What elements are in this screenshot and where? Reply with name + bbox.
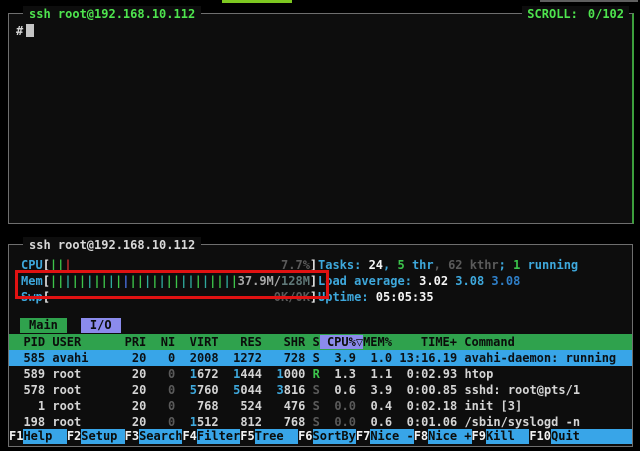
fkey-f4[interactable]: F4 (182, 429, 196, 444)
column-header-pri[interactable]: PRI (117, 335, 146, 349)
fkey-label-f8[interactable]: Nice + (428, 429, 471, 444)
tmux-pane-htop[interactable]: ssh root@192.168.10.112 CPU[|||7.7%]Mem[… (8, 244, 633, 447)
scroll-indicator: SCROLL: 0/102 (522, 6, 629, 22)
process-row[interactable]: 198 root 20 0 1512 812 768 S 0.0 0.6 0:0… (9, 414, 632, 430)
column-header-time[interactable]: TIME+ (392, 335, 457, 349)
prompt-character: # (16, 24, 23, 38)
fkey-label-f3[interactable]: Search (139, 429, 182, 444)
process-row[interactable]: 589 root 20 0 1672 1444 1000 R 1.3 1.1 0… (9, 366, 632, 382)
swp-meter-text: 0K/0K (274, 289, 310, 305)
column-header-shr[interactable]: SHR (262, 335, 305, 349)
fkey-f3[interactable]: F3 (125, 429, 139, 444)
cpu-meter: CPU[|||7.7%] (21, 257, 317, 273)
fkey-f7[interactable]: F7 (356, 429, 370, 444)
fkey-f6[interactable]: F6 (298, 429, 312, 444)
fkey-label-f10[interactable]: Quit (551, 429, 632, 444)
fkey-label-f1[interactable]: Help (23, 429, 66, 444)
fkey-label-f7[interactable]: Nice - (370, 429, 413, 444)
fkey-label-f4[interactable]: Filter (197, 429, 240, 444)
column-header-ni[interactable]: NI (146, 335, 175, 349)
load-average-line: Load average: 3.02 3.08 3.08 (318, 273, 578, 289)
fkey-label-f2[interactable]: Setup (81, 429, 124, 444)
column-header-res[interactable]: RES (219, 335, 262, 349)
swp-meter-label: Swp (21, 290, 43, 304)
process-row[interactable]: 1 root 20 0 768 524 476 S 0.0 0.4 0:02.1… (9, 398, 632, 414)
column-header-mem[interactable]: MEM% (363, 335, 392, 349)
tasks-line: Tasks: 24, 5 thr, 62 kthr; 1 running (318, 257, 578, 273)
column-header-cmd[interactable]: Command (457, 335, 515, 349)
fkey-label-f6[interactable]: SortBy (313, 429, 356, 444)
mem-meter: Mem[||||||||||||||||||||||||||37.9M/128M… (21, 273, 317, 289)
fkey-label-f9[interactable]: Kill (486, 429, 529, 444)
uptime-line: Uptime: 05:05:35 (318, 289, 578, 305)
pane-title-htop: ssh root@192.168.10.112 (23, 237, 201, 253)
terminal-cursor (26, 24, 34, 37)
process-row[interactable]: 578 root 20 0 5760 5044 3816 S 0.6 3.9 0… (9, 382, 632, 398)
fkey-f1[interactable]: F1 (9, 429, 23, 444)
fkey-f8[interactable]: F8 (414, 429, 428, 444)
column-header-cpu[interactable]: CPU%▽ (320, 335, 363, 349)
mem-meter-bar: ||||||||||||||||||||||||||37.9M/128M (50, 273, 310, 289)
top-edge-green-artifact (222, 0, 292, 3)
htop-meters: CPU[|||7.7%]Mem[||||||||||||||||||||||||… (21, 257, 317, 305)
tab-main[interactable]: Main (20, 318, 67, 333)
cpu-meter-label: CPU (21, 258, 43, 272)
fkey-f9[interactable]: F9 (472, 429, 486, 444)
column-header-user[interactable]: USER (45, 335, 117, 349)
process-table[interactable]: 585 avahi 20 0 2008 1272 728 S 3.9 1.0 1… (9, 350, 632, 430)
column-header-virt[interactable]: VIRT (175, 335, 218, 349)
top-edge-gray-artifact (540, 0, 638, 2)
scroll-value: 0/102 (588, 6, 624, 22)
column-header-s[interactable]: S (305, 335, 319, 349)
process-row-selected[interactable]: 585 avahi 20 0 2008 1272 728 S 3.9 1.0 1… (9, 350, 632, 366)
fkey-f2[interactable]: F2 (67, 429, 81, 444)
cpu-meter-text: 7.7% (281, 257, 310, 273)
tmux-pane-shell[interactable]: ssh root@192.168.10.112 SCROLL: 0/102 # (8, 13, 634, 224)
swp-meter-bar: 0K/0K (50, 289, 310, 305)
tab-io[interactable]: I/O (81, 318, 121, 333)
shell-prompt[interactable]: # (16, 24, 34, 38)
process-table-header[interactable]: PID USER PRI NI VIRT RES SHR S CPU%▽MEM%… (9, 334, 632, 350)
column-header-pid[interactable]: PID (9, 335, 45, 349)
swp-meter: Swp[0K/0K] (21, 289, 317, 305)
cpu-meter-bar: |||7.7% (50, 257, 310, 273)
fkey-label-f5[interactable]: Tree (255, 429, 298, 444)
pane-title-shell: ssh root@192.168.10.112 (23, 6, 201, 22)
htop-info-column: Tasks: 24, 5 thr, 62 kthr; 1 runningLoad… (318, 257, 578, 305)
function-key-bar[interactable]: F1Help F2Setup F3SearchF4FilterF5Tree F6… (9, 429, 632, 444)
htop-tabs: Main I/O (20, 318, 121, 333)
fkey-f10[interactable]: F10 (529, 429, 551, 444)
mem-meter-label: Mem (21, 274, 43, 288)
scroll-label: SCROLL: (527, 6, 578, 22)
mem-meter-text: 37.9M/128M (238, 273, 310, 289)
fkey-f5[interactable]: F5 (240, 429, 254, 444)
